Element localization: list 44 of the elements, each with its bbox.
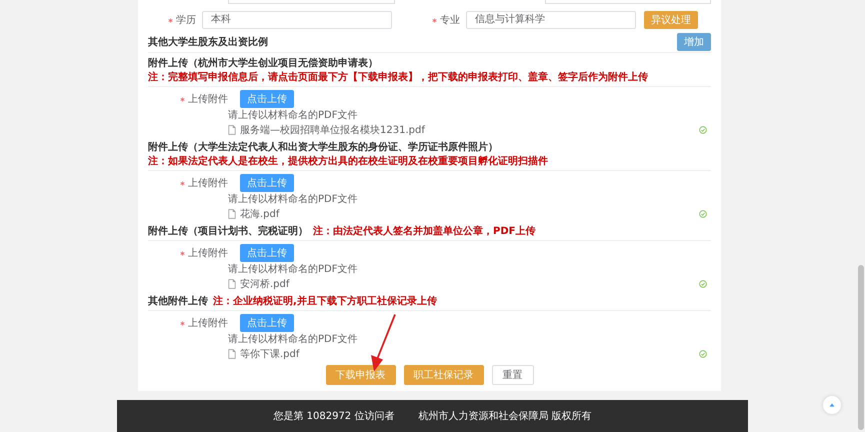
input-field[interactable]: 信息与计算科学 bbox=[466, 11, 636, 29]
copyright-text: 杭州市人力资源和社会保障局 版权所有 bbox=[418, 410, 592, 423]
file-icon bbox=[228, 208, 236, 218]
action-button[interactable]: 下载申报表 bbox=[326, 365, 396, 385]
field-label: 专业 bbox=[440, 14, 460, 27]
file-link[interactable]: 服务端—校园招聘单位报名模块1231.pdf bbox=[240, 122, 699, 136]
file-icon bbox=[228, 278, 236, 288]
field-label: 学历 bbox=[176, 14, 196, 27]
add-button[interactable]: 增加 bbox=[677, 33, 711, 51]
section-title: 附件上传（杭州市大学生创业项目无偿资助申请表） bbox=[148, 56, 378, 70]
back-to-top-button[interactable] bbox=[823, 396, 841, 414]
upload-hint: 请上传以材料命名的PDF文件 bbox=[227, 264, 358, 276]
objection-button[interactable]: 异议处理 bbox=[644, 11, 698, 29]
field-label: 上传附件 bbox=[188, 176, 229, 190]
note-text: 注：由法定代表人签名并加盖单位公章，PDF上传 bbox=[313, 224, 536, 238]
up-caret-icon bbox=[828, 401, 836, 409]
file-link[interactable]: 安河桥.pdf bbox=[240, 276, 699, 290]
file-icon bbox=[228, 124, 236, 134]
note-text: 注：企业纳税证明,并且下载下方职工社保记录上传 bbox=[213, 294, 437, 308]
section-title: 附件上传（大学生法定代表人和出资大学生股东的身份证、学历证书原件照片） bbox=[148, 140, 498, 154]
action-button[interactable]: 职工社保记录 bbox=[404, 365, 484, 385]
file-link[interactable]: 花海.pdf bbox=[240, 206, 699, 220]
upload-button[interactable]: 点击上传 bbox=[240, 174, 294, 192]
section-title: 其他附件上传 bbox=[148, 294, 208, 308]
section-title: 其他大学生股东及出资比例 bbox=[148, 35, 268, 49]
input-field[interactable] bbox=[228, 0, 394, 4]
input-field[interactable] bbox=[544, 0, 711, 4]
note-text: 注：如果法定代表人是在校生，提供校方出具的在校生证明及在校重要项目孵化证明扫描件 bbox=[148, 154, 548, 168]
field-label: 上传附件 bbox=[188, 246, 229, 260]
section-title: 附件上传（项目计划书、完税证明） bbox=[148, 224, 308, 238]
upload-button[interactable]: 点击上传 bbox=[240, 244, 294, 262]
upload-button[interactable]: 点击上传 bbox=[240, 90, 294, 108]
visitor-count: 您是第 1082972 位访问者 bbox=[273, 410, 394, 423]
file-icon bbox=[228, 348, 236, 358]
field-label: 上传附件 bbox=[188, 316, 229, 330]
upload-hint: 请上传以材料命名的PDF文件 bbox=[227, 110, 358, 122]
action-button[interactable]: 重置 bbox=[492, 365, 534, 385]
input-field[interactable]: 本科 bbox=[202, 11, 392, 29]
upload-button[interactable]: 点击上传 bbox=[240, 314, 294, 332]
field-label: 上传附件 bbox=[188, 92, 229, 106]
upload-hint: 请上传以材料命名的PDF文件 bbox=[227, 194, 358, 206]
upload-hint: 请上传以材料命名的PDF文件 bbox=[227, 334, 358, 346]
file-link[interactable]: 等你下课.pdf bbox=[240, 346, 699, 360]
note-text: 注：完整填写申报信息后，请点击页面最下方【下载申报表】，把下载的申报表打印、盖章、签字后作为附件上传 bbox=[148, 70, 648, 84]
